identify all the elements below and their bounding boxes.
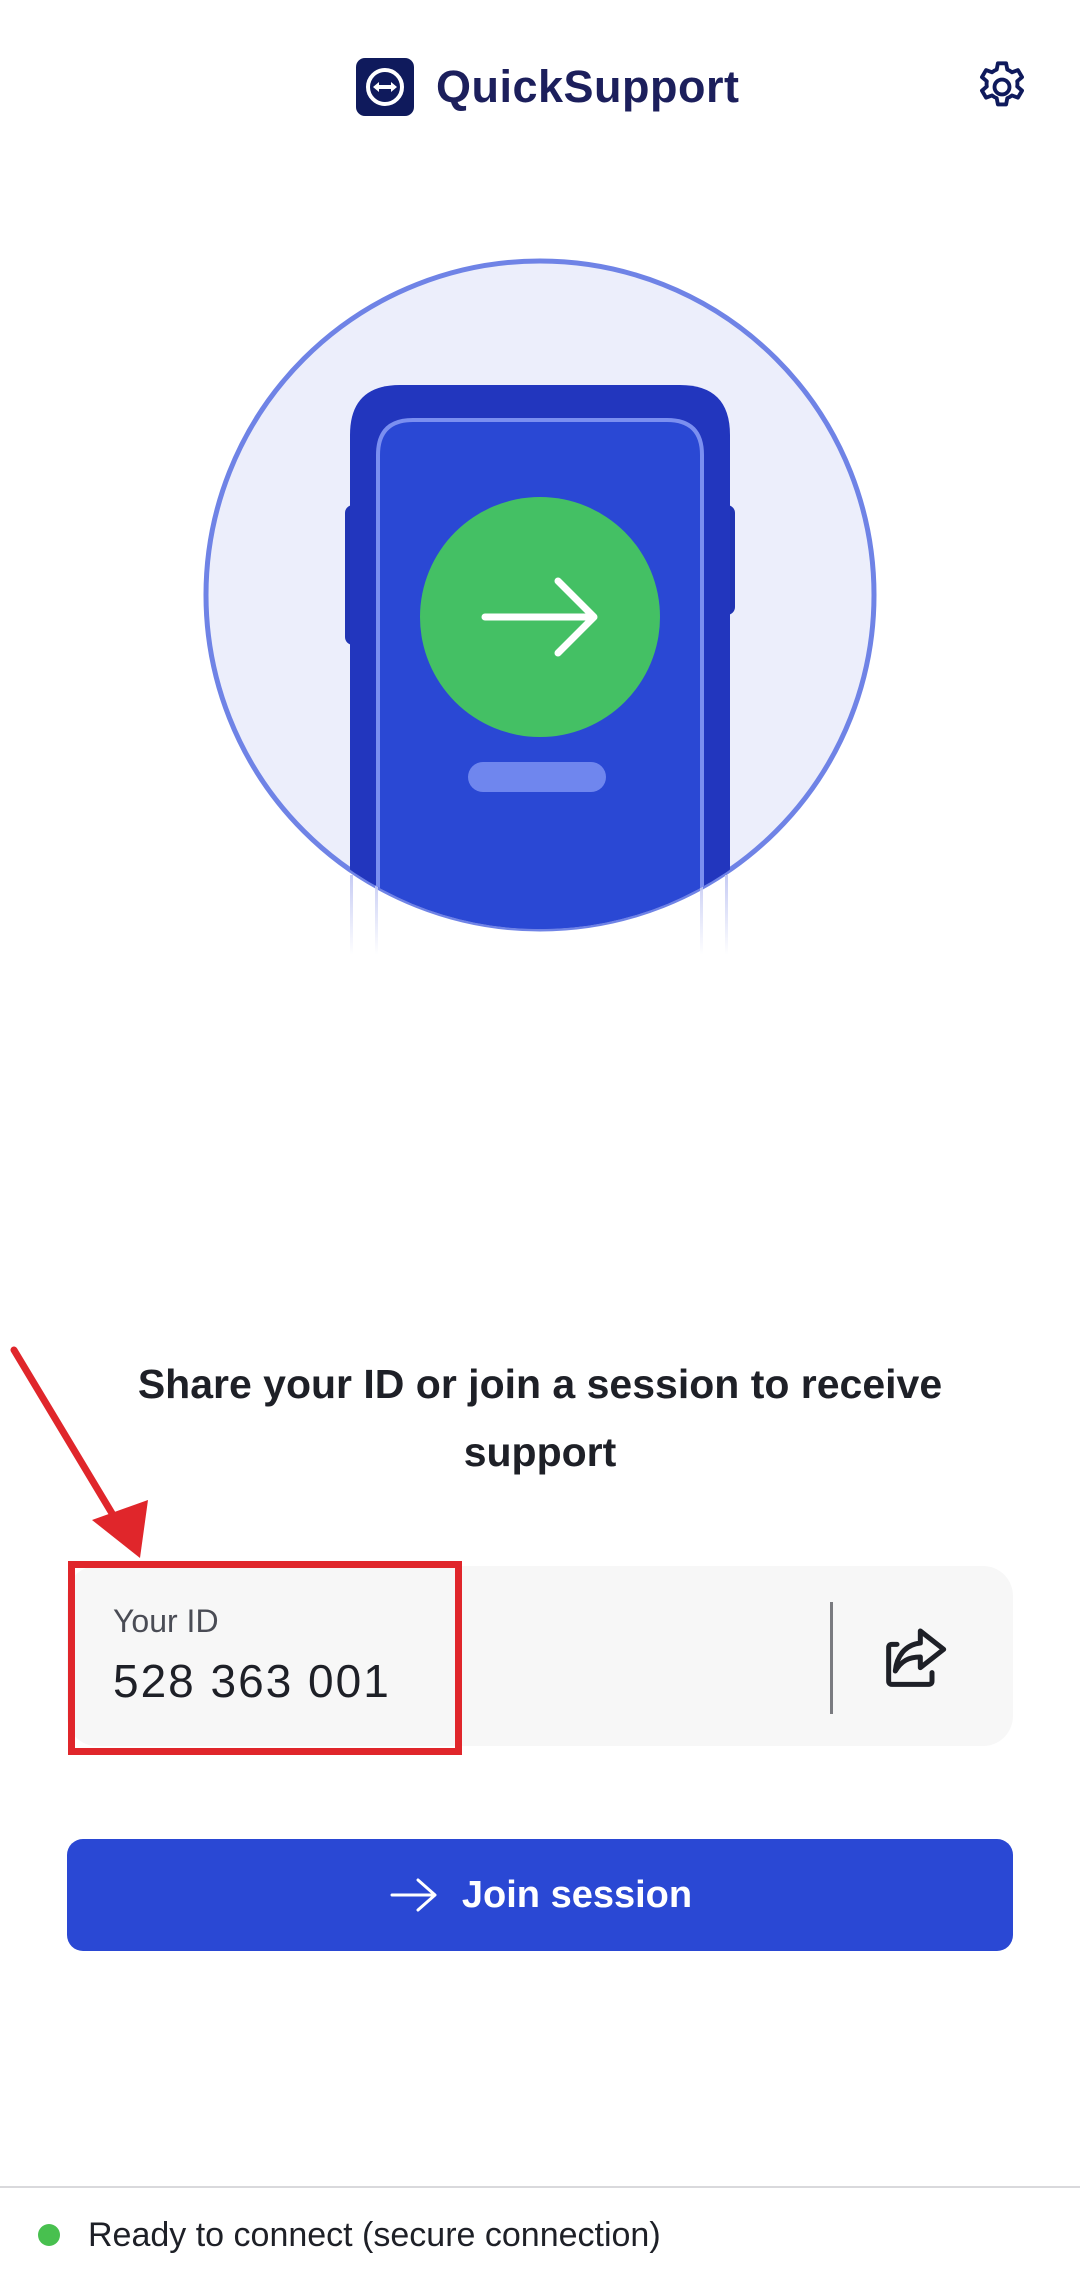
app-header: QuickSupport <box>0 0 1080 175</box>
phone-illustration <box>203 258 877 955</box>
brand: QuickSupport <box>356 57 740 117</box>
status-text: Ready to connect (secure connection) <box>88 2215 661 2254</box>
teamviewer-logo-icon <box>356 58 414 116</box>
app-title: QuickSupport <box>436 61 740 112</box>
arrow-right-icon <box>390 1878 437 1912</box>
connection-status: Ready to connect (secure connection) <box>38 2210 661 2260</box>
share-icon <box>886 1628 947 1687</box>
status-divider <box>0 2186 1080 2188</box>
join-session-label: Join session <box>461 1873 693 1916</box>
annotation-arrow-icon <box>10 1346 148 1558</box>
gear-icon <box>980 61 1024 107</box>
annotation-highlight-box <box>68 1561 462 1755</box>
settings-button[interactable] <box>973 58 1031 116</box>
instructions-headline: Share your ID or join a session to recei… <box>137 1361 943 1475</box>
join-session-button[interactable]: Join session <box>67 1839 1013 1951</box>
id-divider <box>830 1602 833 1714</box>
share-id-button[interactable] <box>867 1606 967 1706</box>
status-indicator-icon <box>38 2224 60 2246</box>
